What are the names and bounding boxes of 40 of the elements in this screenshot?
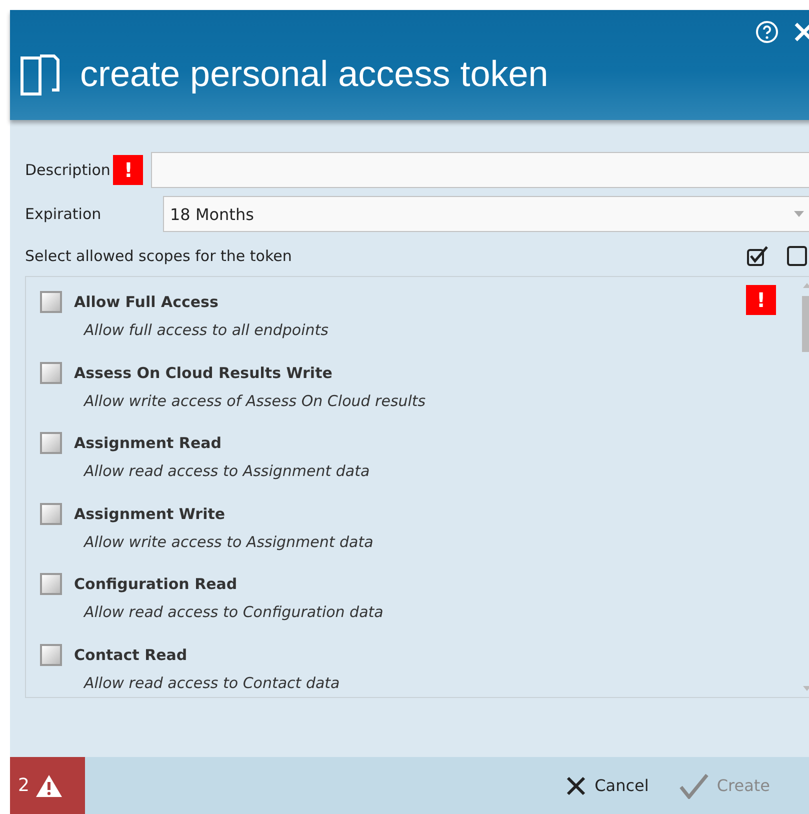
description-field[interactable] bbox=[151, 152, 809, 188]
scope-name: Assess On Cloud Results Write bbox=[74, 364, 332, 382]
scope-name: Assignment Write bbox=[74, 504, 226, 522]
scroll-thumb[interactable] bbox=[802, 296, 809, 352]
scope-description: Allow read access to Configuration data bbox=[84, 603, 384, 621]
checkbox[interactable] bbox=[40, 502, 62, 524]
scroll-down-icon[interactable] bbox=[803, 686, 809, 691]
error-mark: ! bbox=[746, 285, 776, 315]
close-icon bbox=[564, 774, 587, 796]
select-all-icon[interactable] bbox=[747, 246, 769, 266]
checkbox[interactable] bbox=[40, 362, 62, 384]
scope-description: Allow read access to Contact data bbox=[84, 674, 341, 692]
field-label: Expiration bbox=[25, 205, 102, 223]
warning-icon bbox=[35, 774, 64, 798]
checkbox[interactable] bbox=[40, 291, 62, 313]
scope-description: Allow full access to all endpoints bbox=[84, 321, 330, 339]
cancel-button[interactable]: Cancel bbox=[562, 770, 651, 800]
checkbox[interactable] bbox=[40, 644, 62, 666]
window-title: create personal access token bbox=[80, 53, 548, 95]
scope-name: Allow Full Access bbox=[74, 293, 218, 311]
scope-description: Allow write access to Assignment data bbox=[84, 532, 374, 550]
checkmark-icon bbox=[678, 772, 709, 798]
scope-name: Assignment Read bbox=[74, 434, 222, 452]
scope-description: Allow read access to Assignment data bbox=[84, 462, 371, 480]
scope-name: Contact Read bbox=[74, 646, 188, 664]
expiration-dropdown[interactable]: 18 Months bbox=[163, 196, 809, 232]
checkbox[interactable] bbox=[40, 573, 62, 595]
error-mark: ! bbox=[113, 155, 144, 185]
dropdown-caret-icon bbox=[794, 211, 804, 217]
field-label: Description bbox=[25, 161, 110, 179]
error-count-badge[interactable]: 2 bbox=[10, 757, 85, 814]
scopes-label: Select allowed scopes for the token bbox=[25, 247, 292, 265]
help-icon[interactable] bbox=[755, 20, 779, 44]
select-none-icon[interactable] bbox=[787, 246, 807, 266]
close-icon[interactable] bbox=[793, 21, 809, 43]
scroll-up-icon[interactable] bbox=[803, 283, 809, 288]
scope-description: Allow write access of Assess On Cloud results bbox=[84, 392, 427, 410]
scope-name: Configuration Read bbox=[74, 575, 238, 593]
documents-icon bbox=[20, 52, 60, 96]
checkbox[interactable] bbox=[40, 432, 62, 454]
